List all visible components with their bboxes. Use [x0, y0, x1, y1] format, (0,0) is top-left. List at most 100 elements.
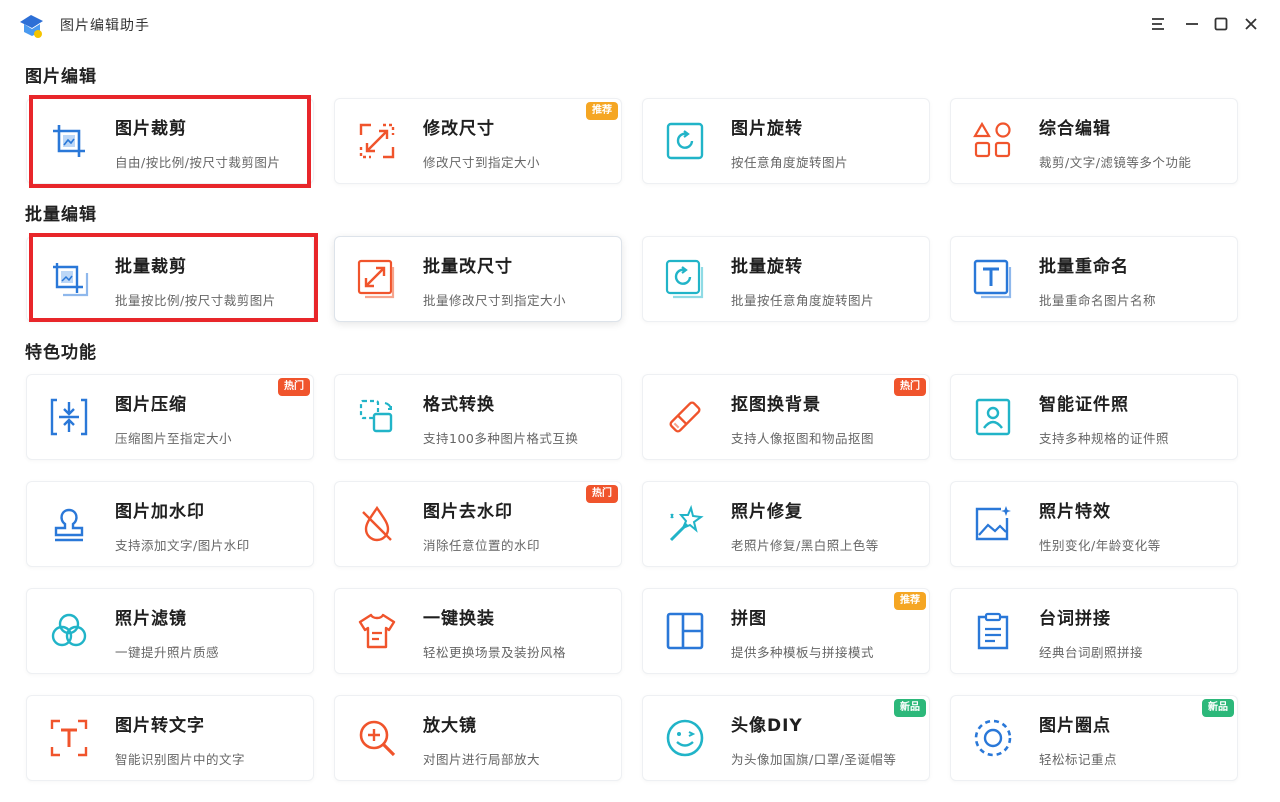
- menu-button[interactable]: [1147, 13, 1169, 35]
- format-convert-icon: [359, 399, 393, 433]
- card-title: 综合编辑: [1039, 119, 1111, 139]
- shirt-icon: [358, 613, 396, 649]
- card-resize[interactable]: 修改尺寸 修改尺寸到指定大小 推荐: [334, 98, 622, 184]
- card-desc: 轻松更换场景及装扮风格: [423, 645, 567, 660]
- title-bar: 图片编辑助手: [0, 0, 1280, 52]
- card-format-convert[interactable]: 格式转换 支持100多种图片格式互换: [334, 374, 622, 460]
- card-title: 头像DIY: [731, 716, 803, 736]
- card-desc: 批量修改尺寸到指定大小: [423, 293, 567, 308]
- card-photo-effects[interactable]: 照片特效 性别变化/年龄变化等: [950, 481, 1238, 567]
- filter-icon: [51, 613, 87, 647]
- card-desc: 修改尺寸到指定大小: [423, 155, 541, 170]
- eraser-icon: [669, 401, 701, 433]
- compress-icon: [50, 398, 88, 436]
- card-title: 批量重命名: [1039, 257, 1129, 277]
- card-title: 图片加水印: [115, 502, 205, 522]
- card-desc: 支持人像抠图和物品抠图: [731, 431, 875, 446]
- card-remove-watermark[interactable]: 图片去水印 消除任意位置的水印 热门: [334, 481, 622, 567]
- card-caption-stitch[interactable]: 台词拼接 经典台词剧照拼接: [950, 588, 1238, 674]
- close-button[interactable]: [1240, 13, 1262, 35]
- badge-new: 新品: [894, 699, 926, 717]
- card-circle-mark[interactable]: 图片圈点 轻松标记重点 新品: [950, 695, 1238, 781]
- badge-recommend: 推荐: [894, 592, 926, 610]
- batch-resize-icon: [357, 259, 395, 299]
- card-photo-restore[interactable]: 照片修复 老照片修复/黑白照上色等: [642, 481, 930, 567]
- card-title: 智能证件照: [1039, 395, 1129, 415]
- card-collage[interactable]: 拼图 提供多种模板与拼接模式 推荐: [642, 588, 930, 674]
- card-title: 照片修复: [731, 502, 803, 522]
- card-avatar-diy[interactable]: 头像DIY 为头像加国旗/口罩/圣诞帽等 新品: [642, 695, 930, 781]
- clipboard-icon: [977, 612, 1009, 650]
- card-title: 图片去水印: [423, 502, 513, 522]
- card-desc: 对图片进行局部放大: [423, 752, 541, 767]
- card-batch-rename[interactable]: 批量重命名 批量重命名图片名称: [950, 236, 1238, 322]
- magic-wand-icon: [669, 504, 704, 542]
- badge-hot: 热门: [894, 378, 926, 396]
- card-desc: 性别变化/年龄变化等: [1039, 538, 1161, 553]
- rotate-icon: [666, 122, 704, 160]
- card-rotate[interactable]: 图片旋转 按任意角度旋转图片: [642, 98, 930, 184]
- card-desc: 裁剪/文字/滤镜等多个功能: [1039, 155, 1192, 170]
- card-title: 图片旋转: [731, 119, 803, 139]
- card-title: 放大镜: [423, 716, 477, 736]
- batch-rename-icon: [973, 259, 1012, 299]
- collage-icon: [666, 612, 704, 650]
- card-image-to-text[interactable]: 图片转文字 智能识别图片中的文字: [26, 695, 314, 781]
- card-title: 批量旋转: [731, 257, 803, 277]
- maximize-button[interactable]: [1210, 13, 1232, 35]
- card-change-outfit[interactable]: 一键换装 轻松更换场景及装扮风格: [334, 588, 622, 674]
- card-desc: 老照片修复/黑白照上色等: [731, 538, 879, 553]
- card-cutout[interactable]: 抠图换背景 支持人像抠图和物品抠图 热门: [642, 374, 930, 460]
- section-title-features: 特色功能: [25, 343, 97, 363]
- card-desc: 按任意角度旋转图片: [731, 155, 849, 170]
- card-compress[interactable]: 图片压缩 压缩图片至指定大小 热门: [26, 374, 314, 460]
- card-desc: 经典台词剧照拼接: [1039, 645, 1144, 660]
- batch-rotate-icon: [665, 259, 704, 299]
- card-desc: 支持100多种图片格式互换: [423, 431, 579, 446]
- card-magnifier[interactable]: 放大镜 对图片进行局部放大: [334, 695, 622, 781]
- minimize-button[interactable]: [1181, 13, 1203, 35]
- resize-icon: [359, 123, 395, 159]
- image-sparkle-icon: [975, 506, 1011, 541]
- card-desc: 为头像加国旗/口罩/圣诞帽等: [731, 752, 897, 767]
- card-title: 图片转文字: [115, 716, 205, 736]
- shapes-icon: [973, 121, 1011, 158]
- minimize-icon: [1186, 23, 1198, 25]
- badge-new: 新品: [1202, 699, 1234, 717]
- no-drop-icon: [362, 505, 392, 542]
- card-desc: 消除任意位置的水印: [423, 538, 541, 553]
- section-title-batch-edit: 批量编辑: [25, 205, 97, 225]
- card-title: 图片圈点: [1039, 716, 1111, 736]
- badge-hot: 热门: [586, 485, 618, 503]
- card-desc: 支持添加文字/图片水印: [115, 538, 250, 553]
- card-desc: 支持多种规格的证件照: [1039, 431, 1170, 446]
- card-desc: 一键提升照片质感: [115, 645, 220, 660]
- card-desc: 提供多种模板与拼接模式: [731, 645, 875, 660]
- card-batch-rotate[interactable]: 批量旋转 批量按任意角度旋转图片: [642, 236, 930, 322]
- card-title: 拼图: [731, 609, 767, 629]
- card-title: 批量改尺寸: [423, 257, 513, 277]
- section-title-image-edit: 图片编辑: [25, 67, 97, 87]
- app-title: 图片编辑助手: [60, 18, 150, 34]
- app-logo-icon: [20, 15, 43, 38]
- card-title: 台词拼接: [1039, 609, 1111, 629]
- highlight-box-image-crop: [29, 95, 311, 188]
- close-icon: [1245, 18, 1257, 30]
- card-title: 格式转换: [423, 395, 495, 415]
- card-batch-resize[interactable]: 批量改尺寸 批量修改尺寸到指定大小: [334, 236, 622, 322]
- card-id-photo[interactable]: 智能证件照 支持多种规格的证件照: [950, 374, 1238, 460]
- card-title: 照片滤镜: [115, 609, 187, 629]
- text-recognition-icon: [50, 719, 88, 757]
- card-photo-filter[interactable]: 照片滤镜 一键提升照片质感: [26, 588, 314, 674]
- card-desc: 智能识别图片中的文字: [115, 752, 246, 767]
- card-desc: 压缩图片至指定大小: [115, 431, 233, 446]
- card-title: 修改尺寸: [423, 119, 495, 139]
- maximize-icon: [1214, 17, 1228, 31]
- card-add-watermark[interactable]: 图片加水印 支持添加文字/图片水印: [26, 481, 314, 567]
- magnifier-icon: [359, 720, 396, 757]
- card-title: 抠图换背景: [731, 395, 821, 415]
- card-title: 图片压缩: [115, 395, 187, 415]
- card-comprehensive-edit[interactable]: 综合编辑 裁剪/文字/滤镜等多个功能: [950, 98, 1238, 184]
- card-title: 一键换装: [423, 609, 495, 629]
- card-title: 照片特效: [1039, 502, 1111, 522]
